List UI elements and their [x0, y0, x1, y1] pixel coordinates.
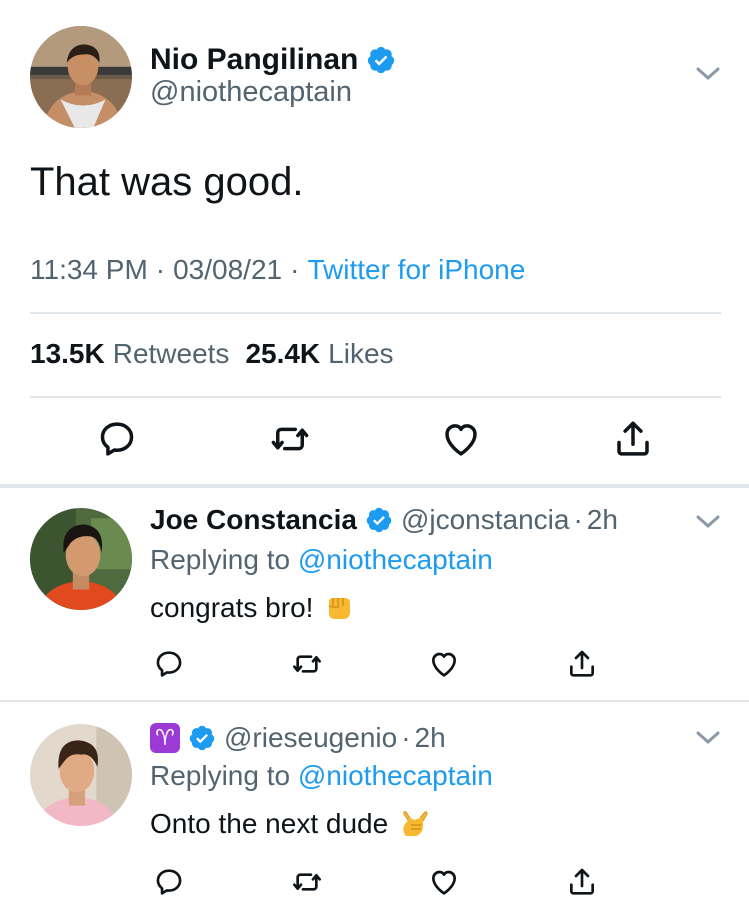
replying-to: Replying to @niothecaptain — [150, 544, 493, 576]
meta-separator: · — [155, 254, 166, 285]
verified-badge-icon — [366, 45, 396, 75]
likes-label[interactable]: Likes — [328, 338, 393, 370]
meta-separator: · — [401, 722, 411, 753]
reply-icon[interactable] — [153, 648, 185, 680]
tweet-time[interactable]: 11:34 PM — [30, 254, 148, 286]
chevron-down-icon[interactable] — [695, 514, 721, 530]
reply-text: Onto the next dude — [150, 808, 389, 839]
avatar[interactable] — [30, 508, 132, 610]
verified-badge-icon — [365, 506, 393, 534]
reply-header: ♈ @rieseugenio · 2h — [150, 718, 446, 758]
heart-icon[interactable] — [440, 418, 482, 460]
fist-bump-emoji-icon — [323, 592, 355, 624]
reply-header: Joe Constancia @jconstancia · 2h — [150, 500, 618, 540]
reply-time[interactable]: 2h — [415, 722, 446, 754]
reply-tweet[interactable]: ♈ @rieseugenio · 2h Replying to @niothec… — [0, 702, 749, 911]
call-me-hand-emoji-icon — [398, 808, 430, 840]
reply-text-row: Onto the next dude — [150, 808, 430, 840]
heart-icon[interactable] — [428, 866, 460, 898]
chevron-down-icon[interactable] — [695, 730, 721, 746]
author-handle[interactable]: @niothecaptain — [150, 76, 352, 109]
main-tweet: Nio Pangilinan @niothecaptain That was g… — [0, 0, 749, 485]
divider — [30, 396, 721, 398]
reply-icon[interactable] — [96, 418, 138, 460]
share-icon[interactable] — [566, 648, 598, 680]
avatar[interactable] — [30, 26, 132, 128]
tweet-meta: 11:34 PM · 03/08/21 · Twitter for iPhone — [30, 254, 525, 286]
reply-icon[interactable] — [153, 866, 185, 898]
replying-to: Replying to @niothecaptain — [150, 760, 493, 792]
reply-author-handle[interactable]: @rieseugenio — [224, 722, 397, 754]
verified-badge-icon — [188, 724, 216, 752]
replying-prefix: Replying to — [150, 760, 291, 791]
retweet-icon[interactable] — [291, 648, 323, 680]
heart-icon[interactable] — [428, 648, 460, 680]
tweet-date[interactable]: 03/08/21 — [173, 254, 282, 286]
replying-mention-link[interactable]: @niothecaptain — [298, 760, 493, 791]
tweet-text: That was good. — [30, 160, 304, 204]
avatar[interactable] — [30, 724, 132, 826]
meta-separator: · — [573, 504, 583, 535]
reply-tweet[interactable]: Joe Constancia @jconstancia · 2h Replyin… — [0, 488, 749, 698]
share-icon[interactable] — [566, 866, 598, 898]
reply-time[interactable]: 2h — [587, 504, 618, 536]
meta-separator: · — [290, 254, 300, 285]
tweet-stats: 13.5K Retweets 25.4K Likes — [30, 338, 410, 370]
author-name[interactable]: Nio Pangilinan — [150, 43, 358, 77]
author-name-row: Nio Pangilinan — [150, 40, 396, 80]
retweets-count[interactable]: 13.5K — [30, 338, 105, 370]
divider — [30, 312, 721, 314]
replying-mention-link[interactable]: @niothecaptain — [298, 544, 493, 575]
retweet-icon[interactable] — [269, 418, 311, 460]
retweets-label[interactable]: Retweets — [113, 338, 230, 370]
tweet-thread-page: Nio Pangilinan @niothecaptain That was g… — [0, 0, 749, 911]
tweet-source-link[interactable]: Twitter for iPhone — [307, 254, 525, 286]
reply-text: congrats bro! — [150, 592, 314, 623]
reply-author-name[interactable]: Joe Constancia — [150, 504, 357, 536]
aries-badge[interactable]: ♈ — [150, 723, 180, 753]
share-icon[interactable] — [612, 418, 654, 460]
replying-prefix: Replying to — [150, 544, 291, 575]
reply-text-row: congrats bro! — [150, 592, 355, 624]
retweet-icon[interactable] — [291, 866, 323, 898]
chevron-down-icon[interactable] — [695, 66, 721, 82]
likes-count[interactable]: 25.4K — [245, 338, 320, 370]
reply-author-handle[interactable]: @jconstancia — [401, 504, 570, 536]
